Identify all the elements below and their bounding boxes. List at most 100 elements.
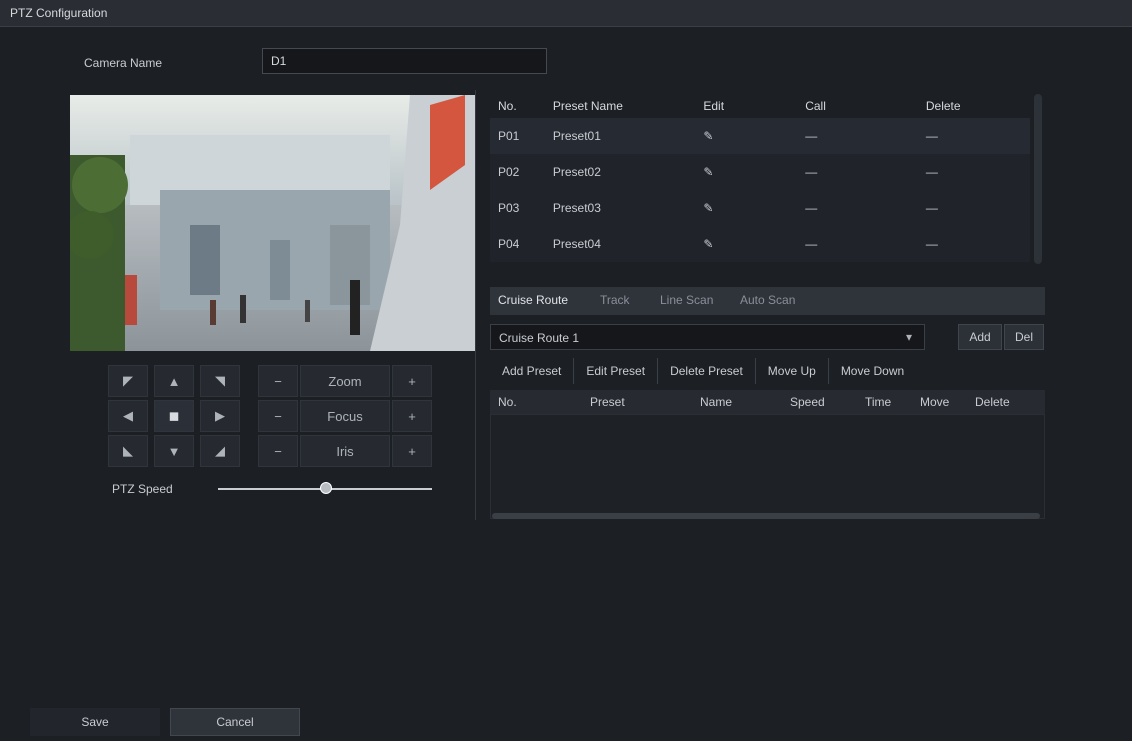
iris-close-button[interactable]: − [258, 435, 298, 467]
tab-bar: Cruise Route Track Line Scan Auto Scan [490, 287, 1045, 315]
camera-name-label: Camera Name [84, 56, 163, 70]
focus-near-button[interactable]: − [258, 400, 298, 432]
video-preview [70, 95, 475, 351]
move-up-button[interactable]: Move Up [756, 358, 829, 384]
plus-icon: + [408, 408, 416, 424]
window-title: PTZ Configuration [10, 6, 108, 20]
grid-col-name: Name [700, 395, 733, 409]
cruise-grid-header: No. Preset Name Speed Time Move Delete [490, 390, 1045, 414]
grid-col-preset: Preset [590, 395, 625, 409]
grid-col-move: Move [920, 395, 950, 409]
table-row[interactable]: P04 Preset04 ✎ — — [490, 226, 1030, 262]
preset-name: Preset03 [544, 190, 696, 226]
tab-track[interactable]: Track [600, 293, 630, 307]
preset-name: Preset01 [544, 118, 696, 154]
zoom-in-button[interactable]: + [392, 365, 432, 397]
table-row[interactable]: P02 Preset02 ✎ — — [490, 154, 1030, 190]
grid-col-no: No. [498, 395, 517, 409]
right-icon: ▶ [215, 408, 225, 423]
camera-name-select[interactable]: D1 [262, 48, 547, 74]
preset-name: Preset02 [544, 154, 696, 190]
plus-icon: + [408, 373, 416, 389]
chevron-down-icon: ▾ [906, 330, 913, 344]
ptz-up-button[interactable]: ▲ [154, 365, 194, 397]
minus-icon: − [274, 408, 282, 424]
preset-table-header: No. Preset Name Edit Call Delete [490, 94, 1030, 118]
grid-col-speed: Speed [790, 395, 825, 409]
cruise-grid-body [490, 414, 1045, 519]
ptz-stop-button[interactable]: ◼ [154, 400, 194, 432]
delete-icon[interactable]: — [917, 118, 1030, 154]
ptz-up-right-button[interactable]: ◥ [200, 365, 240, 397]
down-icon: ▼ [167, 443, 181, 459]
minus-icon: − [274, 443, 282, 459]
focus-label-cell: Focus [300, 400, 390, 432]
ptz-up-left-button[interactable]: ◤ [108, 365, 148, 397]
zoom-out-button[interactable]: − [258, 365, 298, 397]
cancel-label: Cancel [216, 715, 254, 729]
preset-no: P02 [490, 154, 545, 190]
preset-table: No. Preset Name Edit Call Delete P01 Pre… [490, 94, 1030, 262]
tab-auto-scan[interactable]: Auto Scan [740, 293, 795, 307]
ptz-down-right-button[interactable]: ◢ [200, 435, 240, 467]
save-button[interactable]: Save [30, 708, 160, 736]
delete-icon[interactable]: — [917, 154, 1030, 190]
save-label: Save [81, 715, 109, 729]
ptz-down-button[interactable]: ▼ [154, 435, 194, 467]
delete-cruise-button[interactable]: Del [1004, 324, 1044, 350]
table-row[interactable]: P01 Preset01 ✎ — — [490, 118, 1030, 154]
plus-icon: + [408, 443, 416, 459]
delete-icon[interactable]: — [917, 226, 1030, 262]
minus-icon: − [274, 373, 282, 389]
edit-icon[interactable]: ✎ [695, 118, 798, 154]
preset-table-scrollbar[interactable] [1034, 94, 1042, 264]
zoom-label: Zoom [328, 373, 362, 389]
grid-col-delete: Delete [975, 395, 1010, 409]
down-right-icon: ◢ [215, 443, 225, 458]
col-edit: Edit [703, 99, 725, 113]
cruise-grid-scrollbar[interactable] [492, 513, 1040, 519]
focus-far-button[interactable]: + [392, 400, 432, 432]
delete-preset-button[interactable]: Delete Preset [658, 358, 756, 384]
iris-open-button[interactable]: + [392, 435, 432, 467]
cruise-toolbar: Add Preset Edit Preset Delete Preset Mov… [490, 358, 916, 384]
cruise-route-select[interactable]: Cruise Route 1 ▾ [490, 324, 925, 350]
ptz-right-button[interactable]: ▶ [200, 400, 240, 432]
preset-no: P01 [490, 118, 545, 154]
col-no: No. [498, 99, 517, 113]
col-name: Preset Name [552, 99, 623, 113]
call-icon[interactable]: — [797, 118, 918, 154]
add-cruise-button[interactable]: Add [958, 324, 1002, 350]
add-cruise-label: Add [969, 330, 991, 344]
down-left-icon: ◣ [123, 443, 133, 458]
call-icon[interactable]: — [797, 154, 918, 190]
table-row[interactable]: P03 Preset03 ✎ — — [490, 190, 1030, 226]
camera-name-value: D1 [271, 54, 287, 68]
delete-cruise-label: Del [1014, 330, 1033, 344]
edit-icon[interactable]: ✎ [695, 190, 798, 226]
delete-icon[interactable]: — [917, 190, 1030, 226]
speed-slider-handle[interactable] [320, 482, 332, 494]
call-icon[interactable]: — [797, 226, 918, 262]
tab-line-scan[interactable]: Line Scan [660, 293, 713, 307]
grid-col-time: Time [865, 395, 892, 409]
ptz-left-button[interactable]: ◀ [108, 400, 148, 432]
preset-name: Preset04 [544, 226, 696, 262]
iris-label-cell: Iris [300, 435, 390, 467]
up-left-icon: ◤ [123, 373, 133, 388]
edit-icon[interactable]: ✎ [695, 154, 798, 190]
tab-cruise-route[interactable]: Cruise Route [498, 293, 568, 307]
up-right-icon: ◥ [215, 373, 225, 388]
iris-label: Iris [336, 443, 354, 459]
ptz-down-left-button[interactable]: ◣ [108, 435, 148, 467]
move-down-button[interactable]: Move Down [829, 358, 916, 384]
add-preset-button[interactable]: Add Preset [490, 358, 575, 384]
cancel-button[interactable]: Cancel [170, 708, 300, 736]
col-call: Call [805, 99, 826, 113]
ptz-speed-label: PTZ Speed [112, 482, 173, 496]
zoom-label-cell: Zoom [300, 365, 390, 397]
edit-icon[interactable]: ✎ [695, 226, 798, 262]
call-icon[interactable]: — [797, 190, 918, 226]
edit-preset-button[interactable]: Edit Preset [574, 358, 659, 384]
stop-icon: ◼ [168, 408, 180, 423]
